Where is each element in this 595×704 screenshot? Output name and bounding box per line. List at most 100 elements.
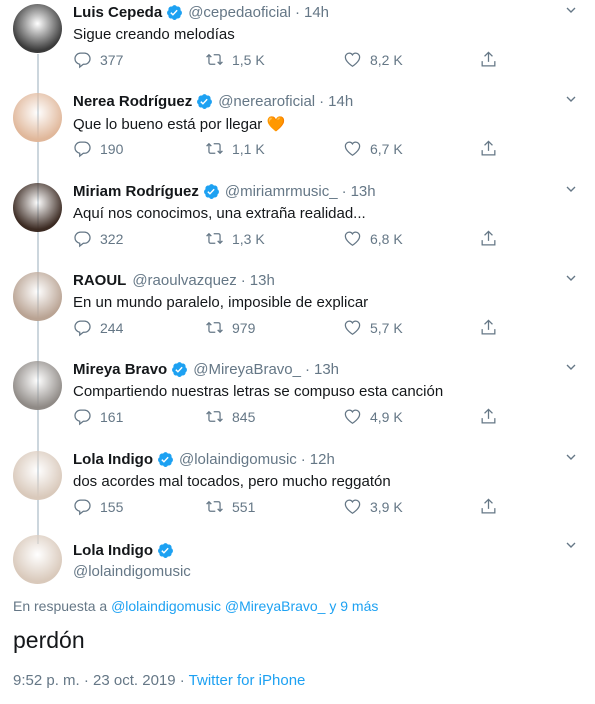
share-button[interactable] bbox=[479, 318, 506, 337]
thread-tweet[interactable]: Luis Cepeda @cepedaoficial · 14h Sigue crean… bbox=[0, 0, 595, 89]
like-button[interactable]: 3,9 K bbox=[343, 497, 403, 516]
author-handle[interactable]: @raoulvazquez bbox=[132, 272, 236, 289]
avatar[interactable] bbox=[13, 451, 62, 500]
tweet-time[interactable]: 12h bbox=[310, 451, 335, 468]
like-count: 5,7 K bbox=[370, 319, 403, 336]
retweet-count: 1,5 K bbox=[232, 51, 265, 68]
tweet-time[interactable]: 13h bbox=[314, 361, 339, 378]
reply-context: En respuesta a @lolaindigomusic @MireyaB… bbox=[13, 598, 378, 614]
reply-button[interactable]: 161 bbox=[73, 407, 123, 426]
thread-tweet[interactable]: RAOUL @raoulvazquez · 13h En un mundo parale… bbox=[0, 268, 595, 357]
tweet-actions: 155 551 3,9 K bbox=[73, 497, 503, 521]
separator-dot: · bbox=[300, 451, 306, 468]
thread-tweet[interactable]: Miriam Rodríguez @miriamrmusic_ · 13h Aquí n… bbox=[0, 179, 595, 268]
tweet-time[interactable]: 14h bbox=[328, 93, 353, 110]
reply-count: 155 bbox=[100, 498, 124, 515]
reply-button[interactable]: 322 bbox=[73, 229, 123, 248]
tweet-time[interactable]: 13h bbox=[250, 272, 275, 289]
reply-more-link[interactable]: y 9 más bbox=[329, 598, 378, 614]
like-count: 4,9 K bbox=[370, 408, 403, 425]
avatar[interactable] bbox=[13, 361, 62, 410]
chevron-down-icon[interactable] bbox=[563, 537, 579, 553]
author-name[interactable]: Luis Cepeda bbox=[73, 4, 162, 21]
separator-dot: · bbox=[319, 93, 325, 110]
heart-icon bbox=[344, 141, 361, 156]
author-name[interactable]: Miriam Rodríguez bbox=[73, 183, 199, 200]
tweet-header: RAOUL @raoulvazquez · 13h bbox=[73, 272, 275, 289]
chevron-down-icon[interactable] bbox=[563, 91, 579, 107]
tweet-text: Que lo bueno está por llegar 🧡 bbox=[73, 116, 286, 133]
reply-button[interactable]: 244 bbox=[73, 318, 123, 337]
reply-user-link[interactable]: @lolaindigomusic bbox=[111, 598, 221, 614]
tweet-header: Nerea Rodríguez @nerearoficial · 14h bbox=[73, 93, 353, 110]
reply-prefix: En respuesta a bbox=[13, 598, 108, 614]
like-button[interactable]: 4,9 K bbox=[343, 407, 403, 426]
author-handle[interactable]: @MireyaBravo_ bbox=[193, 361, 301, 378]
reply-user-link[interactable]: @MireyaBravo_ bbox=[225, 598, 326, 614]
share-button[interactable] bbox=[479, 229, 506, 248]
retweet-button[interactable]: 1,3 K bbox=[205, 229, 265, 248]
retweet-icon bbox=[206, 500, 223, 513]
avatar[interactable] bbox=[13, 4, 62, 53]
reply-count: 377 bbox=[100, 51, 124, 68]
avatar[interactable] bbox=[13, 272, 62, 321]
tweet-header: Miriam Rodríguez @miriamrmusic_ · 13h bbox=[73, 183, 376, 200]
share-icon bbox=[481, 408, 496, 424]
like-button[interactable]: 5,7 K bbox=[343, 318, 403, 337]
reply-count: 190 bbox=[100, 140, 124, 157]
chevron-down-icon[interactable] bbox=[563, 270, 579, 286]
share-button[interactable] bbox=[479, 497, 506, 516]
author-handle[interactable]: @lolaindigomusic bbox=[179, 451, 297, 468]
source-link[interactable]: Twitter for iPhone bbox=[189, 672, 306, 689]
avatar[interactable] bbox=[13, 535, 62, 584]
thread-tweet[interactable]: Mireya Bravo @MireyaBravo_ · 13h Compartiend… bbox=[0, 357, 595, 446]
retweet-icon bbox=[206, 53, 223, 66]
author-name[interactable]: RAOUL bbox=[73, 272, 126, 289]
author-name[interactable]: Mireya Bravo bbox=[73, 361, 167, 378]
avatar[interactable] bbox=[13, 93, 62, 142]
avatar[interactable] bbox=[13, 183, 62, 232]
focus-author: Lola Indigo bbox=[73, 542, 179, 559]
share-button[interactable] bbox=[479, 139, 506, 158]
retweet-button[interactable]: 551 bbox=[205, 497, 255, 516]
retweet-count: 1,3 K bbox=[232, 230, 265, 247]
like-count: 6,8 K bbox=[370, 230, 403, 247]
like-button[interactable]: 8,2 K bbox=[343, 50, 403, 69]
author-handle[interactable]: @cepedaoficial bbox=[188, 4, 291, 21]
retweet-count: 1,1 K bbox=[232, 140, 265, 157]
retweet-icon bbox=[206, 142, 223, 155]
timestamp[interactable]: 9:52 p. m. · 23 oct. 2019 · bbox=[13, 672, 189, 689]
like-button[interactable]: 6,7 K bbox=[343, 139, 403, 158]
reply-button[interactable]: 155 bbox=[73, 497, 123, 516]
retweet-button[interactable]: 979 bbox=[205, 318, 255, 337]
retweet-button[interactable]: 845 bbox=[205, 407, 255, 426]
author-handle[interactable]: @lolaindigomusic bbox=[73, 563, 191, 580]
author-name[interactable]: Lola Indigo bbox=[73, 542, 153, 559]
tweet-time[interactable]: 14h bbox=[304, 4, 329, 21]
tweet-text: perdón bbox=[13, 627, 85, 653]
author-name[interactable]: Nerea Rodríguez bbox=[73, 93, 192, 110]
author-handle[interactable]: @nerearoficial bbox=[218, 93, 315, 110]
thread-tweet[interactable]: Nerea Rodríguez @nerearoficial · 14h Que lo … bbox=[0, 89, 595, 178]
retweet-button[interactable]: 1,5 K bbox=[205, 50, 265, 69]
chevron-down-icon[interactable] bbox=[563, 2, 579, 18]
chevron-down-icon[interactable] bbox=[563, 181, 579, 197]
reply-button[interactable]: 377 bbox=[73, 50, 123, 69]
share-icon bbox=[481, 319, 496, 335]
tweet-time[interactable]: 13h bbox=[351, 183, 376, 200]
share-icon bbox=[481, 498, 496, 514]
like-count: 3,9 K bbox=[370, 498, 403, 515]
tweet-header: Luis Cepeda @cepedaoficial · 14h bbox=[73, 4, 329, 21]
chevron-down-icon[interactable] bbox=[563, 449, 579, 465]
share-button[interactable] bbox=[479, 407, 506, 426]
thread-tweet[interactable]: Lola Indigo @lolaindigomusic · 12h dos acord… bbox=[0, 447, 595, 536]
author-handle[interactable]: @miriamrmusic_ bbox=[225, 183, 338, 200]
chevron-down-icon[interactable] bbox=[563, 359, 579, 375]
reply-button[interactable]: 190 bbox=[73, 139, 123, 158]
like-button[interactable]: 6,8 K bbox=[343, 229, 403, 248]
reply-icon bbox=[74, 499, 91, 516]
retweet-button[interactable]: 1,1 K bbox=[205, 139, 265, 158]
share-icon bbox=[481, 51, 496, 67]
author-name[interactable]: Lola Indigo bbox=[73, 451, 153, 468]
share-button[interactable] bbox=[479, 50, 506, 69]
